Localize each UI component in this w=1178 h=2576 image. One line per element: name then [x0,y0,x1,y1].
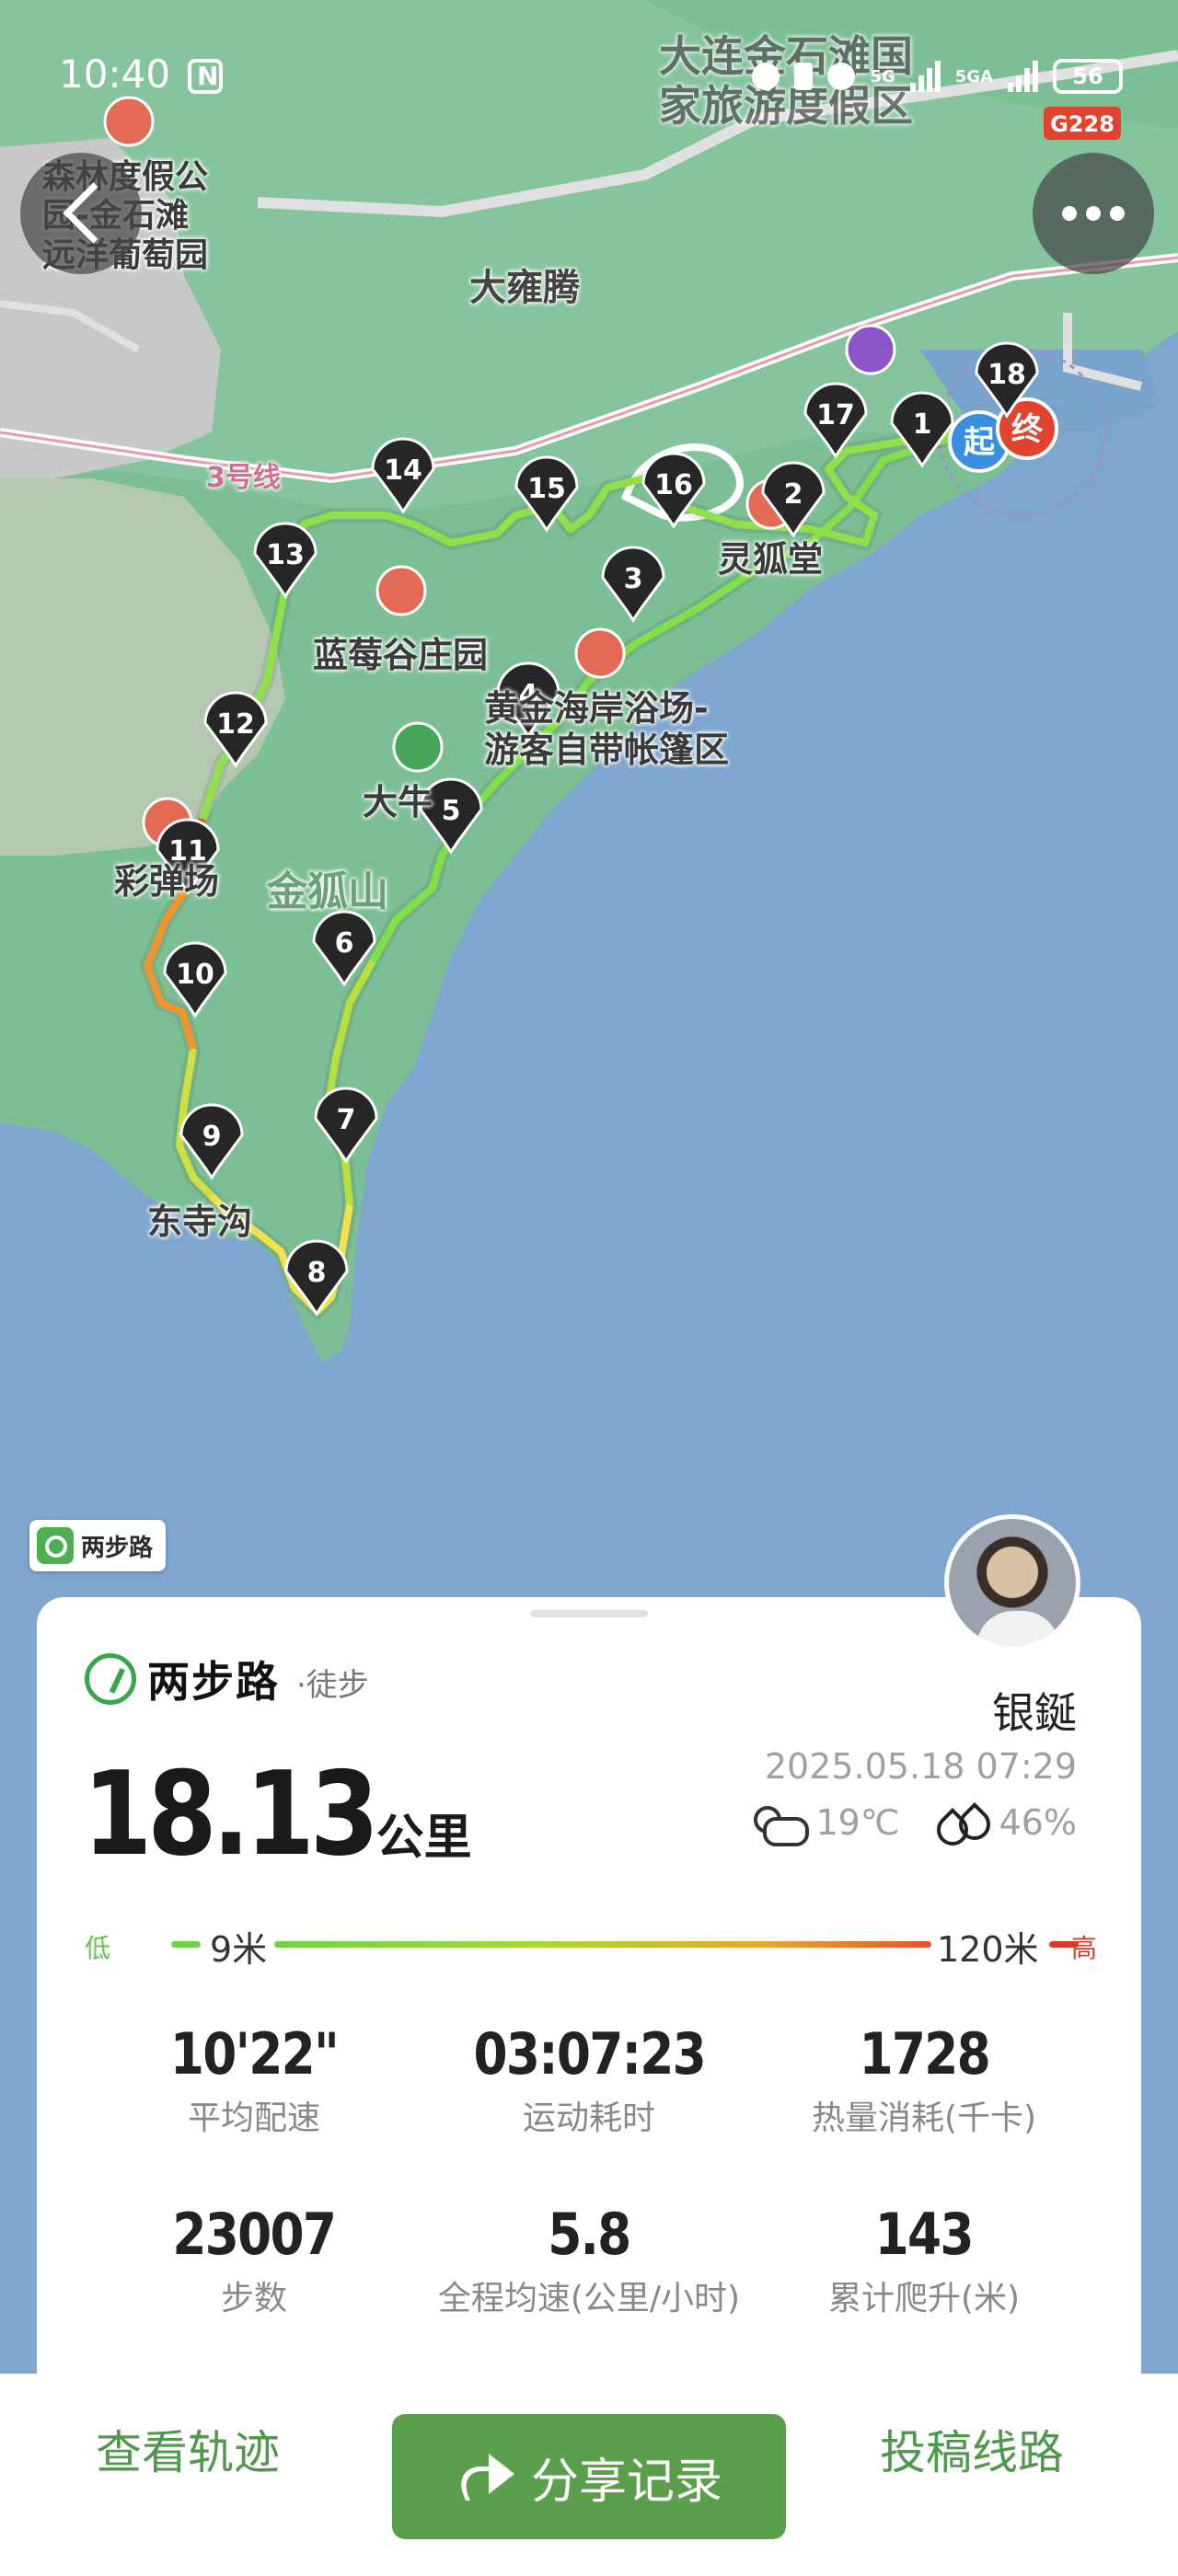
elevation-max: 120米 [937,1929,1039,1970]
bluetooth-icon [794,63,814,90]
brand-name: 两步路 [147,1657,280,1707]
signal-icon [909,61,941,92]
brand-header: 两步路 ·徒步 [85,1649,369,1709]
stat-elevation-gain: 143 累计爬升(米) [758,2201,1090,2319]
waypoint-label: 3 [624,563,643,595]
bottom-action-bar: 查看轨迹 分享记录 投稿线路 [0,2374,1178,2576]
map-label-daniu: 大牛 [363,782,433,822]
elevation-bar-low [171,1941,201,1948]
waypoint-label: 9 [202,1121,222,1153]
distance-value: 18.13 [83,1746,379,1881]
watermark-text: 两步路 [81,1534,154,1562]
more-button[interactable] [1033,153,1154,274]
network-type-2: 5GA [954,66,993,86]
map-label-blueberry-farm: 蓝莓谷庄园 [313,635,489,675]
waypoint-label: 2 [784,478,803,511]
stat-label: 累计爬升(米) [827,2280,1021,2317]
elevation-gradient-bar [274,1941,931,1948]
battery-icon: 56 [1053,59,1123,94]
stat-duration: 03:07:23 运动耗时 [423,2020,755,2139]
activity-datetime: 2025.05.18 07:29 [764,1746,1077,1787]
stat-label: 步数 [220,2280,287,2317]
location-icon [827,63,856,90]
stat-value: 1728 [859,2020,990,2087]
map-label-linghutang: 灵狐堂 [718,539,824,580]
elevation-low-label: 低 [85,1933,111,1963]
waypoint-label: 7 [337,1104,356,1136]
map-label-dongsigou: 东寺沟 [147,1202,253,1242]
status-bar: 10:40 5G 5GA 56 [0,46,1178,110]
map-label-dayongteng: 大雍腾 [469,267,580,309]
waypoint-label: 10 [176,959,214,991]
elevation-high-label: 高 [1070,1933,1097,1963]
stat-label: 全程均速(公里/小时) [437,2280,741,2317]
avatar[interactable] [944,1514,1080,1650]
stat-value: 5.8 [548,2201,631,2268]
temperature: 19℃ [815,1802,900,1843]
stat-value: 10'22" [169,2020,340,2087]
map-label-beach: 黄金海岸浴场- 游客自带帐篷区 [484,688,730,770]
signal-icon-2 [1008,61,1038,92]
waypoint-label: 17 [816,399,855,431]
back-button[interactable] [20,153,142,274]
clock: 10:40 [59,52,171,97]
share-record-button[interactable]: 分享记录 [392,2414,786,2539]
network-type-1: 5G [870,66,895,86]
stat-value: 23007 [172,2201,338,2268]
waypoint-label: 6 [335,927,354,960]
stat-steps: 23007 步数 [88,2201,420,2319]
waypoint-label: 14 [384,454,422,487]
partly-cloudy-icon [753,1804,809,1846]
share-button-label: 分享记录 [530,2454,722,2510]
waypoint-label: 15 [527,473,566,505]
humidity: 46% [999,1802,1077,1843]
nfc-icon [188,59,223,94]
alarm-icon [752,63,780,90]
waypoint-label: 13 [266,539,305,571]
waypoint-label: 8 [307,1257,327,1289]
share-icon [456,2452,520,2501]
stat-value: 143 [874,2201,975,2268]
brand-logo-icon [85,1653,136,1705]
battery-level: 56 [1072,63,1103,89]
waypoint-label: 12 [216,708,255,741]
start-marker-label: 起 [964,424,996,461]
map-label-line3: 3号线 [206,462,281,494]
road-badge-g228: G228 [1050,111,1114,137]
waypoint-label: 18 [987,359,1026,391]
waypoint-label: 16 [654,469,693,501]
elevation-min: 9米 [210,1929,268,1970]
distance-unit: 公里 [375,1811,472,1866]
activity-type: ·徒步 [296,1666,369,1704]
stat-avg-speed: 5.8 全程均速(公里/小时) [423,2201,755,2319]
view-track-button[interactable]: 查看轨迹 [96,2416,280,2482]
map-label-jinhushan: 金狐山 [267,868,388,915]
stat-label: 热量消耗(千卡) [811,2099,1037,2137]
app-logo-icon [37,1527,74,1564]
drag-handle[interactable] [530,1610,648,1617]
stat-label: 平均配速 [187,2099,320,2137]
submit-route-button[interactable]: 投稿线路 [880,2416,1064,2482]
weather-row: 19℃ 46% [753,1801,1077,1846]
username: 银鋋 [992,1688,1077,1738]
distance-display: 18.13 公里 [83,1746,472,1881]
stat-value: 03:07:23 [473,2020,706,2087]
map-label-paintball: 彩弹场 [114,861,220,902]
stat-label: 运动耗时 [522,2099,655,2137]
waypoint-label: 1 [913,408,932,441]
stat-calories: 1728 热量消耗(千卡) [758,2020,1090,2139]
waypoint-label: 5 [442,795,461,827]
elevation-legend: 低 9米 120米 高 [85,1921,1097,1970]
stat-avg-pace: 10'22" 平均配速 [88,2020,420,2139]
end-marker-label: 终 [1011,411,1044,448]
activity-summary-card: 两步路 ·徒步 银鋋 18.13 公里 2025.05.18 07:29 19℃… [37,1514,1141,2398]
humidity-icon [933,1801,988,1844]
app-watermark: 两步路 [29,1520,167,1571]
